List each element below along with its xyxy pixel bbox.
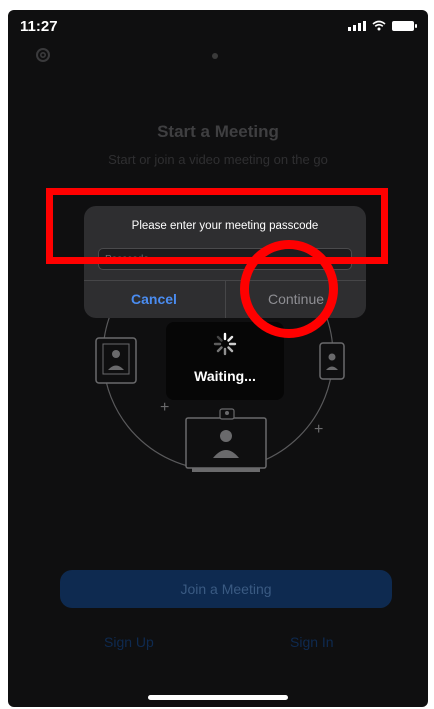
sign-up-link[interactable]: Sign Up bbox=[104, 634, 154, 650]
tablet-icon bbox=[95, 337, 137, 384]
svg-text:+: + bbox=[314, 421, 323, 438]
svg-text:+: + bbox=[160, 399, 169, 416]
gear-icon[interactable] bbox=[34, 46, 52, 64]
page-title: Start a Meeting bbox=[157, 122, 279, 141]
highlight-circle bbox=[240, 240, 338, 338]
status-time: 11:27 bbox=[20, 18, 58, 35]
waiting-label: Waiting... bbox=[194, 368, 256, 384]
monitor-icon bbox=[185, 408, 267, 472]
spinner-icon bbox=[213, 332, 237, 356]
phone-icon bbox=[319, 342, 345, 380]
cancel-button[interactable]: Cancel bbox=[84, 281, 224, 318]
page-subtitle: Start or join a video meeting on the go bbox=[108, 152, 328, 167]
sign-in-link[interactable]: Sign In bbox=[290, 634, 334, 650]
page-indicator-dot bbox=[212, 53, 218, 59]
phone-screen: 11:27 Start a Meeting Start or join a vi… bbox=[8, 10, 428, 707]
wifi-icon bbox=[372, 20, 386, 31]
waiting-indicator: Waiting... bbox=[166, 322, 284, 400]
status-icons bbox=[348, 20, 417, 31]
signal-icon bbox=[348, 20, 366, 31]
battery-icon bbox=[392, 20, 417, 31]
join-meeting-button[interactable]: Join a Meeting bbox=[60, 570, 392, 608]
status-bar: 11:27 bbox=[8, 10, 428, 48]
home-indicator[interactable] bbox=[148, 695, 288, 700]
highlight-box bbox=[46, 188, 388, 264]
